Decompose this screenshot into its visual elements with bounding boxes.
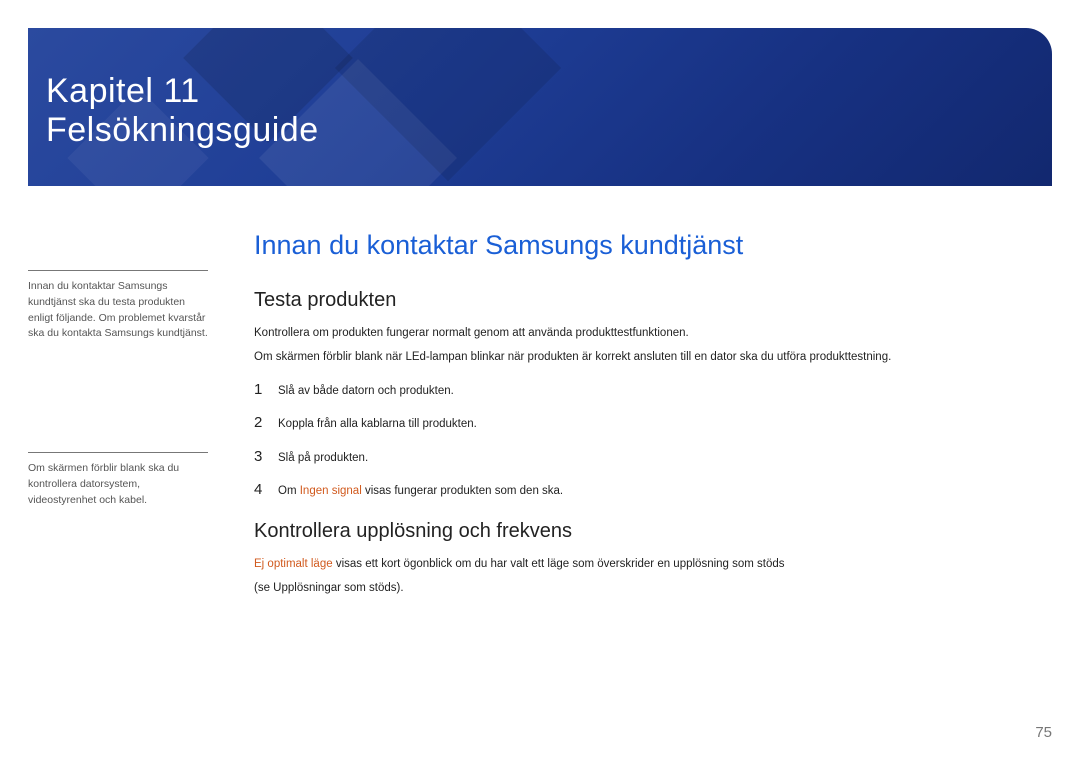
step-item: 4 Om Ingen signal visas fungerar produkt… xyxy=(254,481,1052,500)
subsection-title-1: Testa produkten xyxy=(254,289,1052,312)
step-item: 2 Koppla från alla kablarna till produkt… xyxy=(254,414,1052,433)
paragraph: (se Upplösningar som stöds). xyxy=(254,579,1052,599)
step-accent: Ingen signal xyxy=(300,485,362,497)
accent-text: Ej optimalt läge xyxy=(254,558,333,570)
step-text: Slå av både datorn och produkten. xyxy=(278,383,454,400)
paragraph: Om skärmen förblir blank när LEd-lampan … xyxy=(254,348,1052,368)
step-text: Om Ingen signal visas fungerar produkten… xyxy=(278,483,563,500)
chapter-title: Felsökningsguide xyxy=(46,111,319,150)
step-number: 2 xyxy=(254,414,278,431)
step-number: 3 xyxy=(254,448,278,465)
step-text: Slå på produkten. xyxy=(278,450,368,467)
paragraph: Ej optimalt läge visas ett kort ögonblic… xyxy=(254,555,1052,575)
step-text: Koppla från alla kablarna till produkten… xyxy=(278,416,477,433)
banner-text: Kapitel 11 Felsökningsguide xyxy=(46,72,319,150)
document-page: Kapitel 11 Felsökningsguide Innan du kon… xyxy=(0,0,1080,763)
page-number: 75 xyxy=(1035,724,1052,741)
sidebar-note-1: Innan du kontaktar Samsungs kundtjänst s… xyxy=(28,270,208,342)
steps-list: 1 Slå av både datorn och produkten. 2 Ko… xyxy=(254,381,1052,500)
sidebar-note-2: Om skärmen förblir blank ska du kontroll… xyxy=(28,452,208,508)
main-content: Innan du kontaktar Samsungs kundtjänst T… xyxy=(254,230,1052,602)
chapter-banner: Kapitel 11 Felsökningsguide xyxy=(28,28,1052,186)
chapter-label: Kapitel 11 xyxy=(46,72,319,111)
paragraph: Kontrollera om produkten fungerar normal… xyxy=(254,324,1052,344)
subsection-title-2: Kontrollera upplösning och frekvens xyxy=(254,520,1052,543)
section-heading: Innan du kontaktar Samsungs kundtjänst xyxy=(254,230,1052,261)
step-number: 1 xyxy=(254,381,278,398)
step-prefix: Om xyxy=(278,485,300,497)
step-suffix: visas fungerar produkten som den ska. xyxy=(362,485,563,497)
step-number: 4 xyxy=(254,481,278,498)
sidebar-notes: Innan du kontaktar Samsungs kundtjänst s… xyxy=(28,270,208,618)
paragraph-suffix: visas ett kort ögonblick om du har valt … xyxy=(333,558,785,570)
step-item: 1 Slå av både datorn och produkten. xyxy=(254,381,1052,400)
step-item: 3 Slå på produkten. xyxy=(254,448,1052,467)
